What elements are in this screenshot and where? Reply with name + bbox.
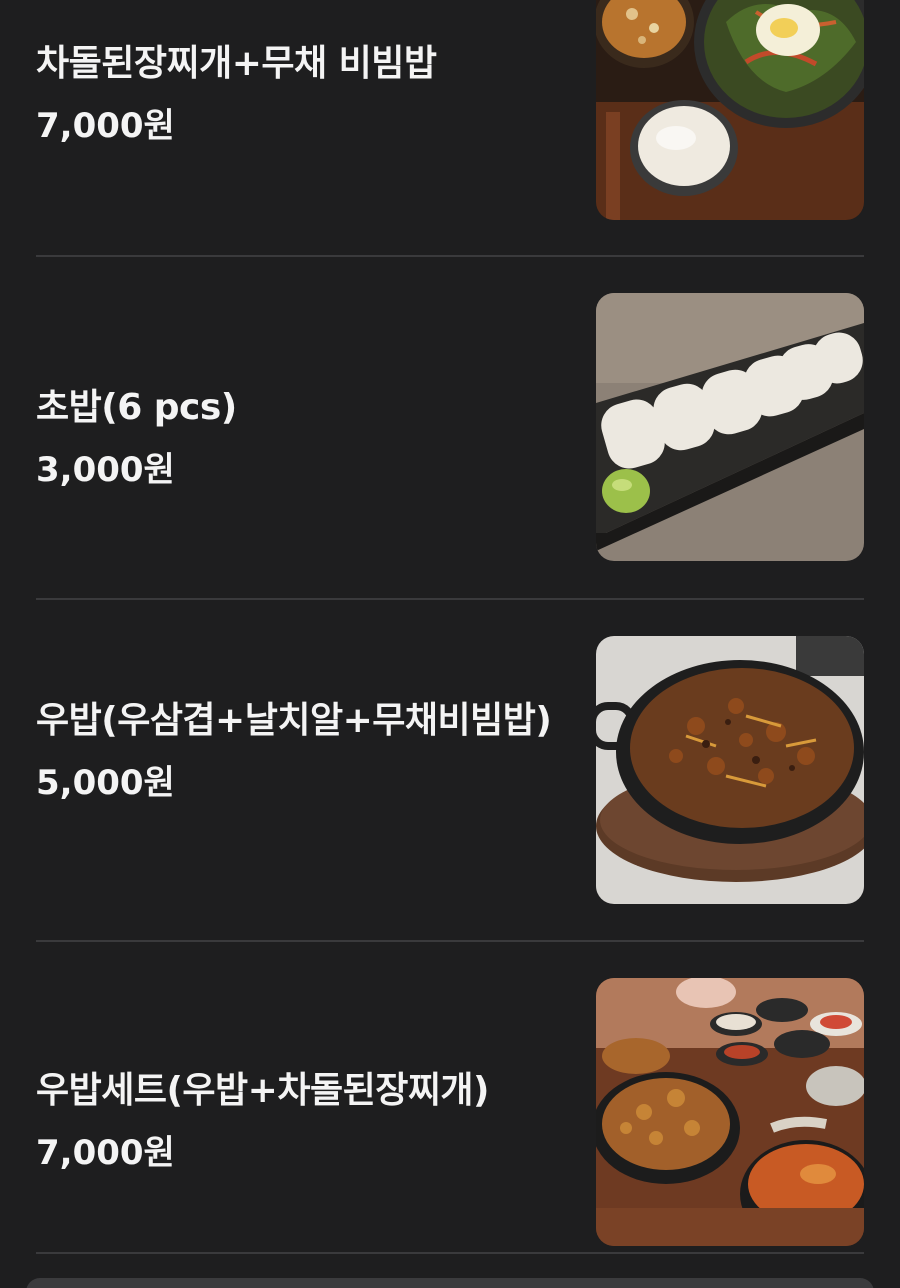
menu-item[interactable]: 차돌된장찌개+무채 비빔밥 7,000원: [36, 0, 864, 256]
menu-item[interactable]: 우밥(우삼겹+날치알+무채비빔밥) 5,000원: [36, 599, 864, 941]
set-meal-image: [596, 978, 864, 1246]
menu-item-name: 우밥(우삼겹+날치알+무채비빔밥): [36, 700, 552, 741]
menu-item-price: 7,000원: [36, 106, 175, 146]
menu-item-text: 차돌된장찌개+무채 비빔밥 7,000원: [36, 34, 556, 152]
stirfry-pan-image: [596, 636, 864, 904]
menu-item[interactable]: 초밥(6 pcs) 3,000원: [36, 256, 864, 598]
bibimbap-stew-photo[interactable]: [596, 0, 864, 220]
stirfry-pan-photo[interactable]: [596, 636, 864, 904]
menu-item-text: 우밥(우삼겹+날치알+무채비빔밥) 5,000원: [36, 691, 556, 809]
bottom-action-bar[interactable]: [26, 1278, 874, 1288]
menu-item-name: 차돌된장찌개+무채 비빔밥: [36, 43, 437, 84]
sushi-rice-image: [596, 293, 864, 561]
menu-item-price: 3,000원: [36, 450, 175, 490]
menu-item-price: 7,000원: [36, 1133, 175, 1173]
menu-item-price: 5,000원: [36, 763, 175, 803]
menu-list: 차돌된장찌개+무채 비빔밥 7,000원 초밥(6 pcs) 3,000원 우밥…: [0, 0, 900, 1288]
menu-item-name: 초밥(6 pcs): [36, 387, 237, 428]
menu-item-name: 우밥세트(우밥+차돌된장찌개): [36, 1070, 490, 1111]
bibimbap-stew-image: [596, 0, 864, 220]
divider: [36, 1252, 864, 1254]
menu-item-text: 초밥(6 pcs) 3,000원: [36, 378, 556, 496]
menu-item-text: 우밥세트(우밥+차돌된장찌개) 7,000원: [36, 1061, 556, 1179]
sushi-rice-photo[interactable]: [596, 293, 864, 561]
menu-item[interactable]: 우밥세트(우밥+차돌된장찌개) 7,000원: [36, 941, 864, 1253]
set-meal-photo[interactable]: [596, 978, 864, 1246]
